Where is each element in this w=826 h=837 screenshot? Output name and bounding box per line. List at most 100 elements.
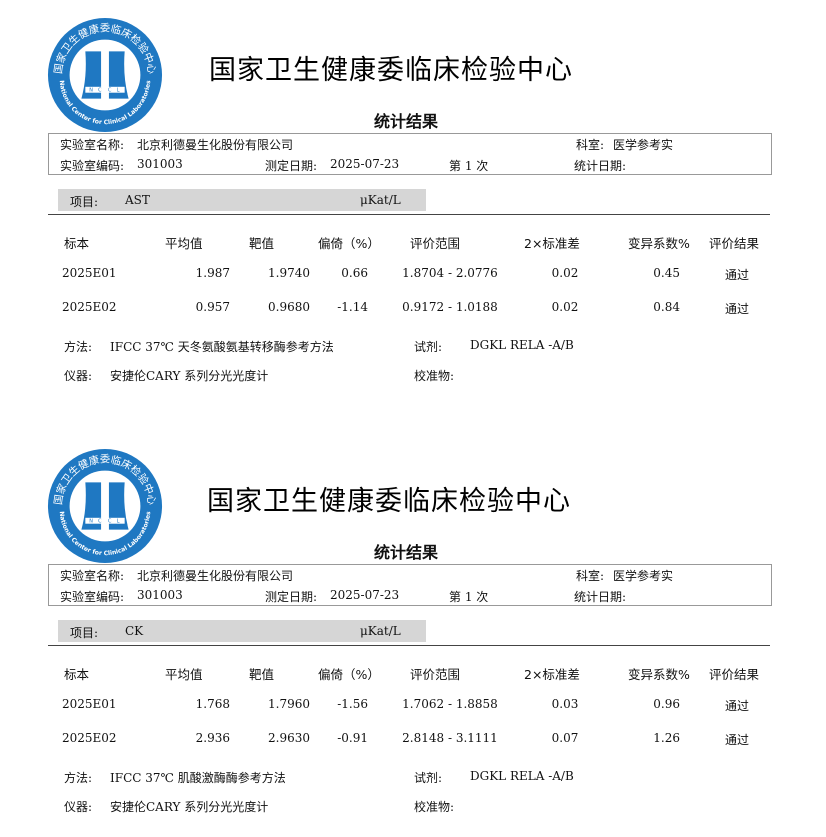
logo-letter: C bbox=[98, 88, 102, 94]
cell-target: 1.9740 bbox=[268, 266, 310, 280]
header-result: 评价结果 bbox=[709, 667, 760, 682]
lab-code-label: 实验室编码: bbox=[60, 159, 125, 173]
reagent: DGKL RELA -A/B bbox=[470, 338, 574, 352]
method: IFCC 37℃ 肌酸激酶酶参考方法 bbox=[110, 771, 286, 785]
reagent-label: 试剂: bbox=[414, 340, 443, 354]
cell-target: 1.7960 bbox=[268, 697, 310, 711]
report-subtitle: 统计结果 bbox=[374, 112, 439, 131]
lab-name-label: 实验室名称: bbox=[60, 569, 125, 583]
round-number: 第 1 次 bbox=[449, 159, 489, 173]
cell-bias: 0.66 bbox=[341, 266, 368, 280]
item-name: CK bbox=[125, 624, 144, 638]
report-subtitle: 统计结果 bbox=[374, 543, 439, 562]
cell-result: 通过 bbox=[724, 302, 749, 316]
logo-inner-disc bbox=[69, 39, 141, 111]
header-range: 评价范围 bbox=[410, 667, 461, 682]
cell-result: 通过 bbox=[724, 733, 749, 747]
round-number: 第 1 次 bbox=[449, 590, 489, 604]
lab-name: 北京利德曼生化股份有限公司 bbox=[137, 569, 294, 583]
cell-range: 1.8704 - 2.0776 bbox=[402, 266, 498, 280]
department: 医学参考实 bbox=[613, 569, 674, 583]
org-name: 国家卫生健康委临床检验中心 bbox=[207, 486, 571, 517]
logo-letter: C bbox=[98, 519, 102, 525]
lab-code: 301003 bbox=[137, 157, 183, 171]
logo-letter: L bbox=[117, 88, 120, 94]
cell-range: 2.8148 - 3.1111 bbox=[402, 731, 498, 745]
cell-mean: 2.936 bbox=[195, 731, 230, 745]
method: IFCC 37℃ 天冬氨酸氨基转移酶参考方法 bbox=[110, 340, 334, 354]
header-2sd: 2×标准差 bbox=[524, 667, 580, 682]
method-label: 方法: bbox=[64, 340, 93, 354]
item-unit: μKat/L bbox=[360, 624, 401, 638]
cell-cv: 0.84 bbox=[653, 300, 680, 314]
test-date-label: 测定日期: bbox=[265, 590, 318, 604]
item-name: AST bbox=[125, 193, 150, 207]
cell-mean: 1.768 bbox=[195, 697, 230, 711]
cell-target: 0.9680 bbox=[268, 300, 310, 314]
header-result: 评价结果 bbox=[709, 236, 760, 251]
reagent: DGKL RELA -A/B bbox=[470, 769, 574, 783]
nccl-logo: 国家卫生健康委临床检验中心 National Center for Clinic… bbox=[47, 17, 163, 133]
lab-name: 北京利德曼生化股份有限公司 bbox=[137, 138, 294, 152]
header-mean: 平均值 bbox=[165, 667, 203, 682]
calibrator-label: 校准物: bbox=[414, 369, 455, 383]
logo-letter: C bbox=[108, 519, 112, 525]
header-range: 评价范围 bbox=[410, 236, 461, 251]
instrument: 安捷伦CARY 系列分光光度计 bbox=[110, 800, 269, 814]
cell-result: 通过 bbox=[724, 268, 749, 282]
header-2sd: 2×标准差 bbox=[524, 236, 580, 251]
cell-2sd: 0.07 bbox=[551, 731, 579, 745]
cell-sample: 2025E02 bbox=[62, 731, 117, 745]
department-label: 科室: bbox=[576, 138, 605, 152]
method-label: 方法: bbox=[64, 771, 93, 785]
cell-cv: 1.26 bbox=[653, 731, 680, 745]
logo-letter: C bbox=[108, 88, 112, 94]
cell-2sd: 0.02 bbox=[551, 300, 579, 314]
report-section: 国家卫生健康委临床检验中心 National Center for Clinic… bbox=[0, 0, 826, 400]
item-label: 项目: bbox=[70, 195, 99, 209]
instrument: 安捷伦CARY 系列分光光度计 bbox=[110, 369, 269, 383]
lab-code-label: 实验室编码: bbox=[60, 590, 125, 604]
cell-mean: 1.987 bbox=[195, 266, 230, 280]
instrument-label: 仪器: bbox=[64, 369, 93, 383]
cell-sample: 2025E02 bbox=[62, 300, 117, 314]
header-sample: 标本 bbox=[64, 667, 90, 682]
stat-date-label: 统计日期: bbox=[574, 590, 627, 604]
org-name: 国家卫生健康委临床检验中心 bbox=[209, 55, 573, 86]
stat-date-label: 统计日期: bbox=[574, 159, 627, 173]
header-bias: 偏倚（%） bbox=[318, 236, 380, 251]
item-unit: μKat/L bbox=[360, 193, 401, 207]
instrument-label: 仪器: bbox=[64, 800, 93, 814]
lab-name-label: 实验室名称: bbox=[60, 138, 125, 152]
item-label: 项目: bbox=[70, 626, 99, 640]
nccl-logo: 国家卫生健康委临床检验中心 National Center for Clinic… bbox=[47, 448, 163, 564]
header-cv: 变异系数% bbox=[628, 667, 690, 682]
header-cv: 变异系数% bbox=[628, 236, 690, 251]
cell-sample: 2025E01 bbox=[62, 266, 117, 280]
section-divider bbox=[48, 214, 770, 215]
reagent-label: 试剂: bbox=[414, 771, 443, 785]
report-section: 国家卫生健康委临床检验中心 National Center for Clinic… bbox=[0, 431, 826, 831]
cell-cv: 0.96 bbox=[653, 697, 680, 711]
calibrator-label: 校准物: bbox=[414, 800, 455, 814]
cell-bias: -1.56 bbox=[337, 697, 368, 711]
header-target: 靶值 bbox=[249, 236, 275, 251]
test-date: 2025-07-23 bbox=[330, 157, 400, 171]
cell-sample: 2025E01 bbox=[62, 697, 117, 711]
header-target: 靶值 bbox=[249, 667, 275, 682]
department-label: 科室: bbox=[576, 569, 605, 583]
logo-letter: N bbox=[89, 88, 93, 94]
cell-2sd: 0.02 bbox=[551, 266, 579, 280]
cell-range: 1.7062 - 1.8858 bbox=[402, 697, 498, 711]
header-sample: 标本 bbox=[64, 236, 90, 251]
test-date: 2025-07-23 bbox=[330, 588, 400, 602]
cell-cv: 0.45 bbox=[653, 266, 680, 280]
cell-range: 0.9172 - 1.0188 bbox=[402, 300, 498, 314]
cell-target: 2.9630 bbox=[268, 731, 310, 745]
header-mean: 平均值 bbox=[165, 236, 203, 251]
cell-2sd: 0.03 bbox=[551, 697, 579, 711]
section-divider bbox=[48, 645, 770, 646]
logo-letter: N bbox=[89, 519, 93, 525]
test-date-label: 测定日期: bbox=[265, 159, 318, 173]
cell-mean: 0.957 bbox=[195, 300, 230, 314]
